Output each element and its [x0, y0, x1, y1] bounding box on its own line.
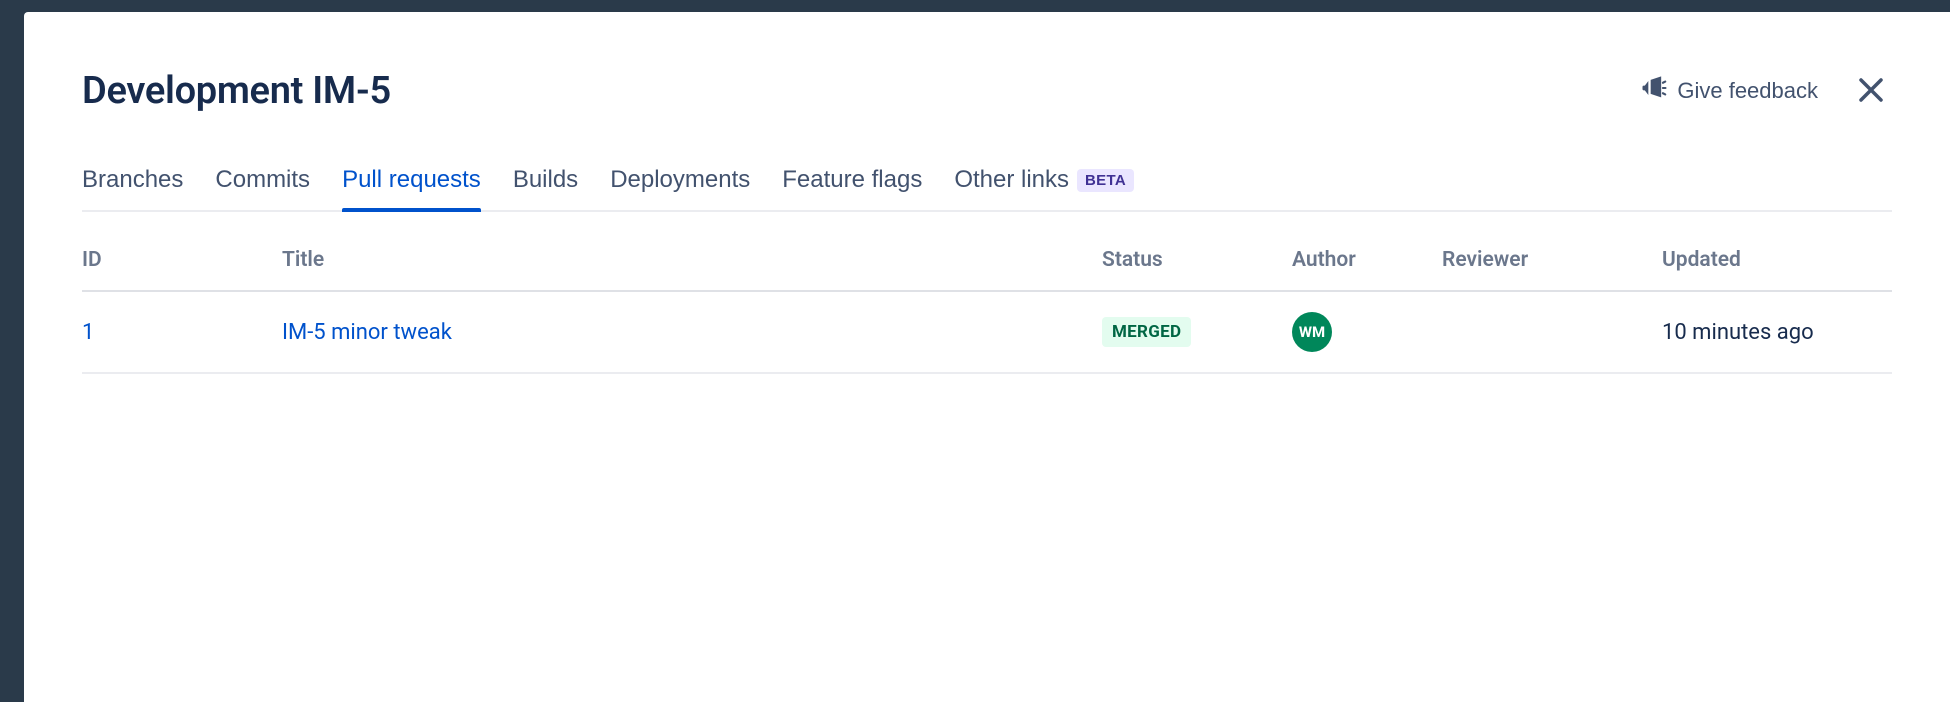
close-button[interactable] [1850, 69, 1892, 114]
tab-label: Pull requests [342, 166, 481, 194]
modal-backdrop: Development IM-5 Give feedback Branches [0, 0, 1950, 702]
pr-author-cell: WM [1292, 312, 1442, 352]
table-row: 1 IM-5 minor tweak MERGED WM 10 minutes … [82, 292, 1892, 374]
close-icon [1856, 75, 1886, 108]
give-feedback-label: Give feedback [1677, 78, 1818, 104]
development-modal: Development IM-5 Give feedback Branches [24, 12, 1950, 702]
tab-commits[interactable]: Commits [215, 166, 310, 210]
pr-id-link[interactable]: 1 [82, 320, 282, 345]
col-status: Status [1102, 248, 1292, 272]
col-id: ID [82, 248, 282, 272]
tab-label: Other links [954, 166, 1069, 194]
pr-updated-cell: 10 minutes ago [1662, 320, 1892, 345]
megaphone-icon [1639, 74, 1667, 108]
header-actions: Give feedback [1635, 68, 1892, 114]
modal-title: Development IM-5 [82, 69, 391, 113]
give-feedback-button[interactable]: Give feedback [1635, 68, 1822, 114]
tab-feature-flags[interactable]: Feature flags [782, 166, 922, 210]
tab-label: Feature flags [782, 166, 922, 194]
modal-header: Development IM-5 Give feedback [82, 68, 1892, 114]
pr-status-cell: MERGED [1102, 317, 1292, 347]
tab-branches[interactable]: Branches [82, 166, 183, 210]
tab-builds[interactable]: Builds [513, 166, 578, 210]
tab-other-links[interactable]: Other links BETA [954, 166, 1134, 210]
col-author: Author [1292, 248, 1442, 272]
tab-label: Deployments [610, 166, 750, 194]
beta-badge: BETA [1077, 169, 1134, 192]
author-avatar[interactable]: WM [1292, 312, 1332, 352]
col-title: Title [282, 248, 1102, 272]
table-header: ID Title Status Author Reviewer Updated [82, 248, 1892, 292]
col-reviewer: Reviewer [1442, 248, 1662, 272]
tab-label: Branches [82, 166, 183, 194]
pull-requests-table: ID Title Status Author Reviewer Updated … [82, 248, 1892, 374]
tab-pull-requests[interactable]: Pull requests [342, 166, 481, 210]
tab-deployments[interactable]: Deployments [610, 166, 750, 210]
tab-label: Commits [215, 166, 310, 194]
status-badge: MERGED [1102, 317, 1191, 347]
col-updated: Updated [1662, 248, 1892, 272]
pr-title-link[interactable]: IM-5 minor tweak [282, 320, 1102, 345]
tab-label: Builds [513, 166, 578, 194]
tabs: Branches Commits Pull requests Builds De… [82, 166, 1892, 212]
